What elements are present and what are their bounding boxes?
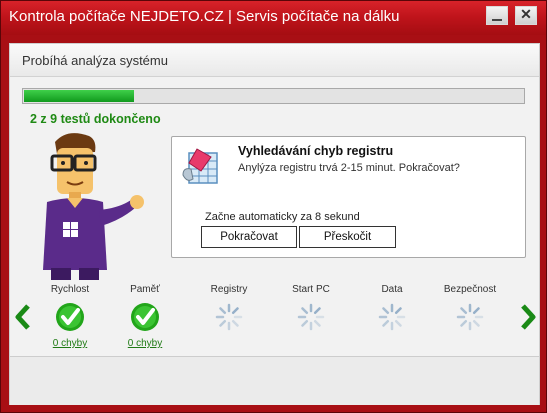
step-label: Data (381, 284, 403, 295)
scan-dialog: Vyhledávání chyb registru Anylýza regist… (171, 136, 526, 258)
step-label: Rychlost (50, 284, 90, 295)
spinner-icon (297, 303, 325, 331)
tests-count: 2 z 9 testů dokončeno (30, 112, 161, 126)
registry-icon (182, 148, 218, 184)
dialog-subtitle: Anylýza registru trvá 2-15 minut. Pokrač… (238, 162, 460, 174)
chevron-left-icon[interactable] (15, 304, 31, 330)
step-label: Paměť (130, 284, 160, 295)
step-label: Registry (210, 284, 248, 295)
auto-start-text: Začne automaticky za 8 sekund (205, 211, 360, 223)
main-panel: Probíhá analýza systému 2 z 9 testů doko… (9, 43, 540, 405)
step-item: Rychlost 0 chyby (35, 284, 105, 349)
step-item: Paměť 0 chyby (110, 284, 180, 349)
app-window: Kontrola počítače NEJDETO.CZ | Servis po… (0, 0, 547, 413)
step-label: Bezpečnost (443, 284, 497, 295)
close-icon: ✕ (520, 6, 532, 22)
close-button[interactable]: ✕ (515, 6, 537, 25)
step-errors-link[interactable]: 0 chyby (110, 338, 180, 349)
title-bar[interactable]: Kontrola počítače NEJDETO.CZ | Servis po… (1, 1, 546, 35)
chevron-right-icon[interactable] (520, 304, 536, 330)
continue-button[interactable]: Pokračovat (201, 226, 297, 248)
spinner-icon (378, 303, 406, 331)
step-item: Bezpečnost (435, 284, 505, 332)
step-item: Data (357, 284, 427, 332)
minimize-button[interactable] (486, 6, 508, 25)
step-errors-link[interactable]: 0 chyby (35, 338, 105, 349)
spinner-icon (456, 303, 484, 331)
footer-bar (10, 357, 539, 405)
skip-button[interactable]: Přeskočit (299, 226, 396, 248)
panel-header-text: Probíhá analýza systému (22, 53, 168, 68)
check-icon (56, 303, 84, 331)
spinner-icon (215, 303, 243, 331)
step-item: Registry (194, 284, 264, 332)
mascot-illustration (43, 133, 144, 280)
minimize-icon (492, 19, 502, 21)
progress-bar (22, 88, 525, 104)
step-item: Start PC (276, 284, 346, 332)
progress-fill (24, 90, 134, 102)
check-icon (131, 303, 159, 331)
dialog-title: Vyhledávání chyb registru (238, 144, 394, 158)
panel-header: Probíhá analýza systému (10, 44, 539, 77)
mascot-figure (43, 133, 144, 280)
window-title: Kontrola počítače NEJDETO.CZ | Servis po… (9, 8, 400, 25)
step-label: Start PC (292, 284, 330, 295)
